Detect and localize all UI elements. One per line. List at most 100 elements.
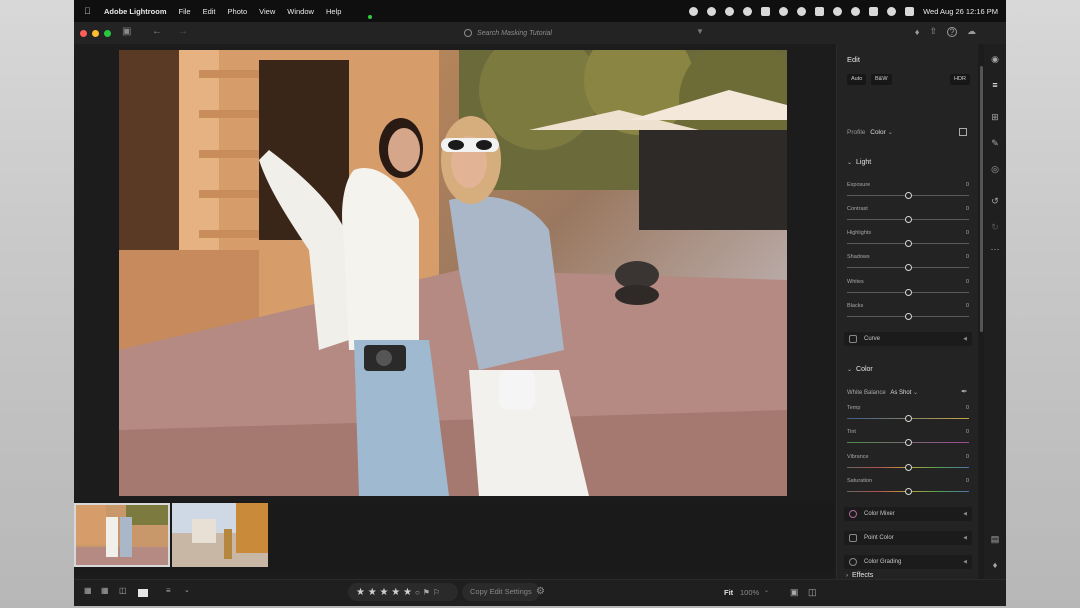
keywords-icon[interactable]: ♦ <box>990 560 1000 570</box>
versions-icon[interactable]: ↻ <box>990 222 1000 232</box>
eyedropper-icon[interactable]: ✒ <box>961 387 968 396</box>
whites-slider-thumb[interactable] <box>905 289 912 296</box>
shadows-slider-thumb[interactable] <box>905 264 912 271</box>
apple-menu-icon[interactable]:  <box>84 6 94 16</box>
filmstrip-thumbnail-1[interactable] <box>74 503 170 567</box>
history-icon[interactable]: ↺ <box>990 196 1000 206</box>
menu-view[interactable]: View <box>259 7 275 16</box>
square-grid-icon[interactable]: ▦ <box>101 586 111 595</box>
gear-icon[interactable]: ⚙ <box>536 586 545 597</box>
edit-sliders-icon[interactable]: ≡ <box>990 80 1000 90</box>
color-mixer-row[interactable]: Color Mixer ◀ <box>844 507 972 521</box>
close-window-button[interactable] <box>80 29 87 37</box>
point-color-row[interactable]: Point Color ◀ <box>844 531 972 545</box>
star-rating[interactable]: ★ ★ ★ ★ ★ <box>356 587 412 598</box>
creative-cloud-icon[interactable] <box>707 6 717 16</box>
reject-flag-icon[interactable]: ○ <box>415 588 420 597</box>
profile-selector[interactable]: Profile Color ⌄ <box>847 128 893 136</box>
sun-icon[interactable] <box>725 6 735 16</box>
light-section-header[interactable]: ⌄ Light <box>847 159 871 166</box>
pick-flag-icon[interactable]: ⚑ <box>423 588 430 597</box>
cloud-status-icon[interactable] <box>779 6 789 16</box>
saturation-value[interactable]: 0 <box>959 478 969 484</box>
shadows-value[interactable]: 0 <box>959 254 969 260</box>
sort-icon[interactable]: ≡ <box>166 586 176 595</box>
photo-grid-icon[interactable]: ▦ <box>84 586 94 595</box>
cloud-sync-icon[interactable]: ☁ <box>967 26 976 37</box>
zoom-window-button[interactable] <box>104 29 111 37</box>
filmstrip-thumbnail-2[interactable] <box>172 503 268 567</box>
presets-icon[interactable]: ◉ <box>990 54 1000 64</box>
blacks-slider-thumb[interactable] <box>905 313 912 320</box>
tint-slider-thumb[interactable] <box>905 439 912 446</box>
minimize-window-button[interactable] <box>92 29 99 37</box>
profile-browser-icon[interactable] <box>959 128 967 136</box>
help-icon[interactable]: ? <box>947 26 957 37</box>
control-center-icon[interactable] <box>905 6 915 16</box>
sync-icon[interactable] <box>743 6 753 16</box>
tint-value[interactable]: 0 <box>959 429 969 435</box>
whites-value[interactable]: 0 <box>959 279 969 285</box>
hdr-button[interactable]: HDR <box>950 74 970 85</box>
masking-icon[interactable]: ◎ <box>990 164 1000 174</box>
record-icon[interactable] <box>689 6 699 16</box>
search-field[interactable]: Search Masking Tutorial <box>464 26 644 40</box>
profile-value[interactable]: Color <box>870 129 886 136</box>
zoom-percent-button[interactable]: 100% <box>740 588 759 597</box>
screen-icon[interactable] <box>869 6 879 16</box>
blacks-value[interactable]: 0 <box>959 303 969 309</box>
vibrance-value[interactable]: 0 <box>959 454 969 460</box>
saturation-slider-thumb[interactable] <box>905 488 912 495</box>
healing-icon[interactable]: ✎ <box>990 138 1000 148</box>
cloud-icon[interactable] <box>851 6 861 16</box>
compare-icon[interactable]: ◫ <box>119 586 129 595</box>
before-after-icon[interactable]: ▣ <box>790 587 799 598</box>
share-icon[interactable]: ⇧ <box>929 26 937 37</box>
sidebar-toggle-icon[interactable]: ▣ <box>122 26 131 37</box>
forward-arrow-icon[interactable]: → <box>178 26 188 37</box>
split-view-icon[interactable]: ◫ <box>808 587 817 598</box>
wifi-icon[interactable] <box>887 6 897 16</box>
menu-help[interactable]: Help <box>326 7 341 16</box>
app-menu-title[interactable]: Adobe Lightroom <box>104 7 167 16</box>
lightning-icon[interactable] <box>833 6 843 16</box>
white-balance-value[interactable]: As Shot <box>890 390 911 396</box>
vibrance-slider-thumb[interactable] <box>905 464 912 471</box>
main-photo[interactable] <box>119 50 787 496</box>
fit-zoom-button[interactable]: Fit <box>724 588 733 597</box>
crop-icon[interactable]: ⊞ <box>990 112 1000 122</box>
contrast-value[interactable]: 0 <box>959 206 969 212</box>
color-section-header[interactable]: ⌄ Color <box>847 366 873 373</box>
contrast-slider-thumb[interactable] <box>905 216 912 223</box>
highlights-slider-thumb[interactable] <box>905 240 912 247</box>
copy-edit-settings-button[interactable]: Copy Edit Settings <box>462 583 540 601</box>
menubar-datetime[interactable]: Wed Aug 26 12:16 PM <box>923 7 998 16</box>
menu-file[interactable]: File <box>179 7 191 16</box>
menu-photo[interactable]: Photo <box>228 7 248 16</box>
camera-icon[interactable] <box>761 6 771 16</box>
exposure-value[interactable]: 0 <box>959 182 969 188</box>
auto-button[interactable]: Auto <box>847 74 867 85</box>
comments-icon[interactable]: ▤ <box>990 534 1000 544</box>
curve-tool-row[interactable]: Curve ◀ <box>844 332 972 346</box>
globe-icon[interactable] <box>797 6 807 16</box>
menu-window[interactable]: Window <box>287 7 314 16</box>
color-grading-row[interactable]: Color Grading ◀ <box>844 555 972 569</box>
unflag-icon[interactable]: ⚐ <box>433 588 440 597</box>
chevron-down-icon[interactable]: ⌄ <box>764 587 769 594</box>
white-balance-selector[interactable]: White Balance As Shot ⌄ <box>847 389 918 396</box>
exposure-slider-thumb[interactable] <box>905 192 912 199</box>
effects-section-header[interactable]: › Effects <box>846 572 873 579</box>
menu-edit[interactable]: Edit <box>203 7 216 16</box>
edit-panel-scrollbar[interactable] <box>980 66 983 332</box>
detail-view-icon[interactable] <box>138 589 148 597</box>
notifications-icon[interactable]: ♦ <box>915 27 920 37</box>
bw-button[interactable]: B&W <box>871 74 892 85</box>
back-arrow-icon[interactable]: ← <box>152 26 162 37</box>
highlights-value[interactable]: 0 <box>959 230 969 236</box>
shield-icon[interactable] <box>815 6 825 16</box>
more-options-icon[interactable]: ⋯ <box>990 244 1000 254</box>
chevron-down-icon[interactable]: ⌄ <box>184 586 194 594</box>
filter-icon[interactable]: ▼ <box>696 27 704 36</box>
temp-slider-thumb[interactable] <box>905 415 912 422</box>
